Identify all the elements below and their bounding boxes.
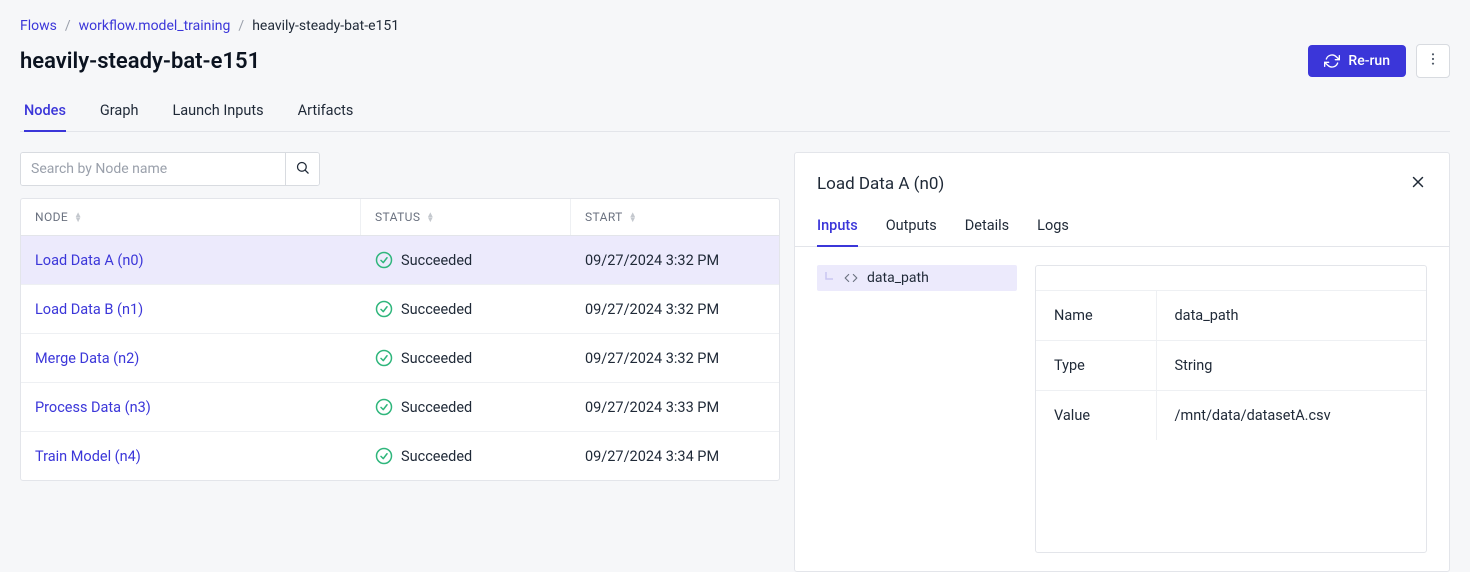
table-row[interactable]: Merge Data (n2) Succeeded 09/27/2024 3:32 … bbox=[21, 334, 779, 383]
close-icon bbox=[1409, 173, 1427, 195]
breadcrumb-separator: / bbox=[65, 16, 71, 36]
search-input[interactable] bbox=[21, 153, 285, 185]
status-cell: Succeeded bbox=[361, 383, 571, 431]
start-cell: 09/27/2024 3:32 PM bbox=[571, 286, 779, 333]
param-detail-table: Namedata_pathTypeStringValue/mnt/data/da… bbox=[1035, 265, 1427, 553]
start-cell: 09/27/2024 3:32 PM bbox=[571, 237, 779, 284]
status-label: Succeeded bbox=[401, 399, 472, 416]
more-vertical-icon bbox=[1425, 51, 1441, 71]
check-circle-icon bbox=[375, 349, 393, 367]
node-table: NODE ▲▼ STATUS ▲▼ START ▲ bbox=[20, 198, 780, 481]
start-cell: 09/27/2024 3:32 PM bbox=[571, 335, 779, 382]
search-icon bbox=[295, 160, 310, 179]
column-header-status[interactable]: STATUS ▲▼ bbox=[361, 199, 571, 235]
refresh-icon bbox=[1324, 53, 1340, 69]
table-row[interactable]: Load Data B (n1) Succeeded 09/27/2024 3:32… bbox=[21, 285, 779, 334]
column-header-start[interactable]: START ▲▼ bbox=[571, 199, 779, 235]
param-list: data_path bbox=[817, 265, 1017, 553]
param-detail-value: data_path bbox=[1156, 291, 1426, 341]
table-row[interactable]: Load Data A (n0) Succeeded 09/27/2024 3:32… bbox=[21, 236, 779, 285]
search-button[interactable] bbox=[285, 153, 319, 185]
param-item-label: data_path bbox=[867, 270, 929, 286]
more-actions-button[interactable] bbox=[1416, 44, 1450, 78]
check-circle-icon bbox=[375, 300, 393, 318]
close-detail-button[interactable] bbox=[1405, 169, 1431, 199]
detail-tab-logs[interactable]: Logs bbox=[1037, 209, 1069, 246]
param-detail-row: TypeString bbox=[1036, 341, 1426, 391]
node-name-cell: Merge Data (n2) bbox=[21, 335, 361, 382]
sort-icon: ▲▼ bbox=[426, 212, 434, 222]
tab-nodes[interactable]: Nodes bbox=[24, 96, 66, 131]
param-detail-value: String bbox=[1156, 341, 1426, 391]
node-name-cell: Process Data (n3) bbox=[21, 384, 361, 431]
rerun-button[interactable]: Re-run bbox=[1308, 45, 1406, 77]
table-row[interactable]: Train Model (n4) Succeeded 09/27/2024 3:34… bbox=[21, 432, 779, 480]
detail-title: Load Data A (n0) bbox=[817, 174, 944, 194]
page-title: heavily-steady-bat-e151 bbox=[20, 49, 260, 74]
param-detail-value: /mnt/data/datasetA.csv bbox=[1156, 391, 1426, 441]
search-wrap bbox=[20, 152, 320, 186]
node-detail-panel: Load Data A (n0) Inputs Outputs Details … bbox=[794, 152, 1450, 572]
status-cell: Succeeded bbox=[361, 334, 571, 382]
tab-launch-inputs[interactable]: Launch Inputs bbox=[172, 96, 263, 131]
status-cell: Succeeded bbox=[361, 236, 571, 284]
breadcrumb-current: heavily-steady-bat-e151 bbox=[252, 16, 399, 36]
breadcrumb-workflow[interactable]: workflow.model_training bbox=[79, 16, 231, 36]
check-circle-icon bbox=[375, 447, 393, 465]
check-circle-icon bbox=[375, 398, 393, 416]
status-cell: Succeeded bbox=[361, 285, 571, 333]
tree-elbow-icon bbox=[823, 271, 835, 285]
status-label: Succeeded bbox=[401, 448, 472, 465]
column-header-node[interactable]: NODE ▲▼ bbox=[21, 199, 361, 235]
node-name-cell: Train Model (n4) bbox=[21, 433, 361, 480]
start-cell: 09/27/2024 3:34 PM bbox=[571, 433, 779, 480]
breadcrumb-root[interactable]: Flows bbox=[20, 16, 57, 36]
status-label: Succeeded bbox=[401, 252, 472, 269]
tab-graph[interactable]: Graph bbox=[100, 96, 139, 131]
status-label: Succeeded bbox=[401, 301, 472, 318]
detail-tab-inputs[interactable]: Inputs bbox=[817, 209, 858, 246]
param-item[interactable]: data_path bbox=[817, 265, 1017, 291]
rerun-button-label: Re-run bbox=[1348, 53, 1390, 69]
node-name-cell: Load Data A (n0) bbox=[21, 237, 361, 284]
param-detail-key: Type bbox=[1036, 341, 1156, 391]
param-detail-row: Namedata_path bbox=[1036, 291, 1426, 341]
node-name-cell: Load Data B (n1) bbox=[21, 286, 361, 333]
status-label: Succeeded bbox=[401, 350, 472, 367]
sort-icon: ▲▼ bbox=[629, 212, 637, 222]
breadcrumb-separator: / bbox=[238, 16, 244, 36]
check-circle-icon bbox=[375, 251, 393, 269]
detail-tabs: Inputs Outputs Details Logs bbox=[795, 209, 1449, 247]
param-detail-key: Name bbox=[1036, 291, 1156, 341]
code-icon bbox=[843, 271, 859, 285]
node-table-header: NODE ▲▼ STATUS ▲▼ START ▲ bbox=[21, 199, 779, 236]
param-detail-row: Value/mnt/data/datasetA.csv bbox=[1036, 391, 1426, 441]
tab-artifacts[interactable]: Artifacts bbox=[298, 96, 354, 131]
table-row[interactable]: Process Data (n3) Succeeded 09/27/2024 3:3… bbox=[21, 383, 779, 432]
param-detail-key: Value bbox=[1036, 391, 1156, 441]
detail-tab-details[interactable]: Details bbox=[965, 209, 1009, 246]
detail-tab-outputs[interactable]: Outputs bbox=[886, 209, 937, 246]
breadcrumb: Flows / workflow.model_training / heavil… bbox=[20, 12, 1450, 42]
main-tabs: Nodes Graph Launch Inputs Artifacts bbox=[20, 96, 1450, 132]
sort-icon: ▲▼ bbox=[74, 212, 82, 222]
status-cell: Succeeded bbox=[361, 432, 571, 480]
start-cell: 09/27/2024 3:33 PM bbox=[571, 384, 779, 431]
